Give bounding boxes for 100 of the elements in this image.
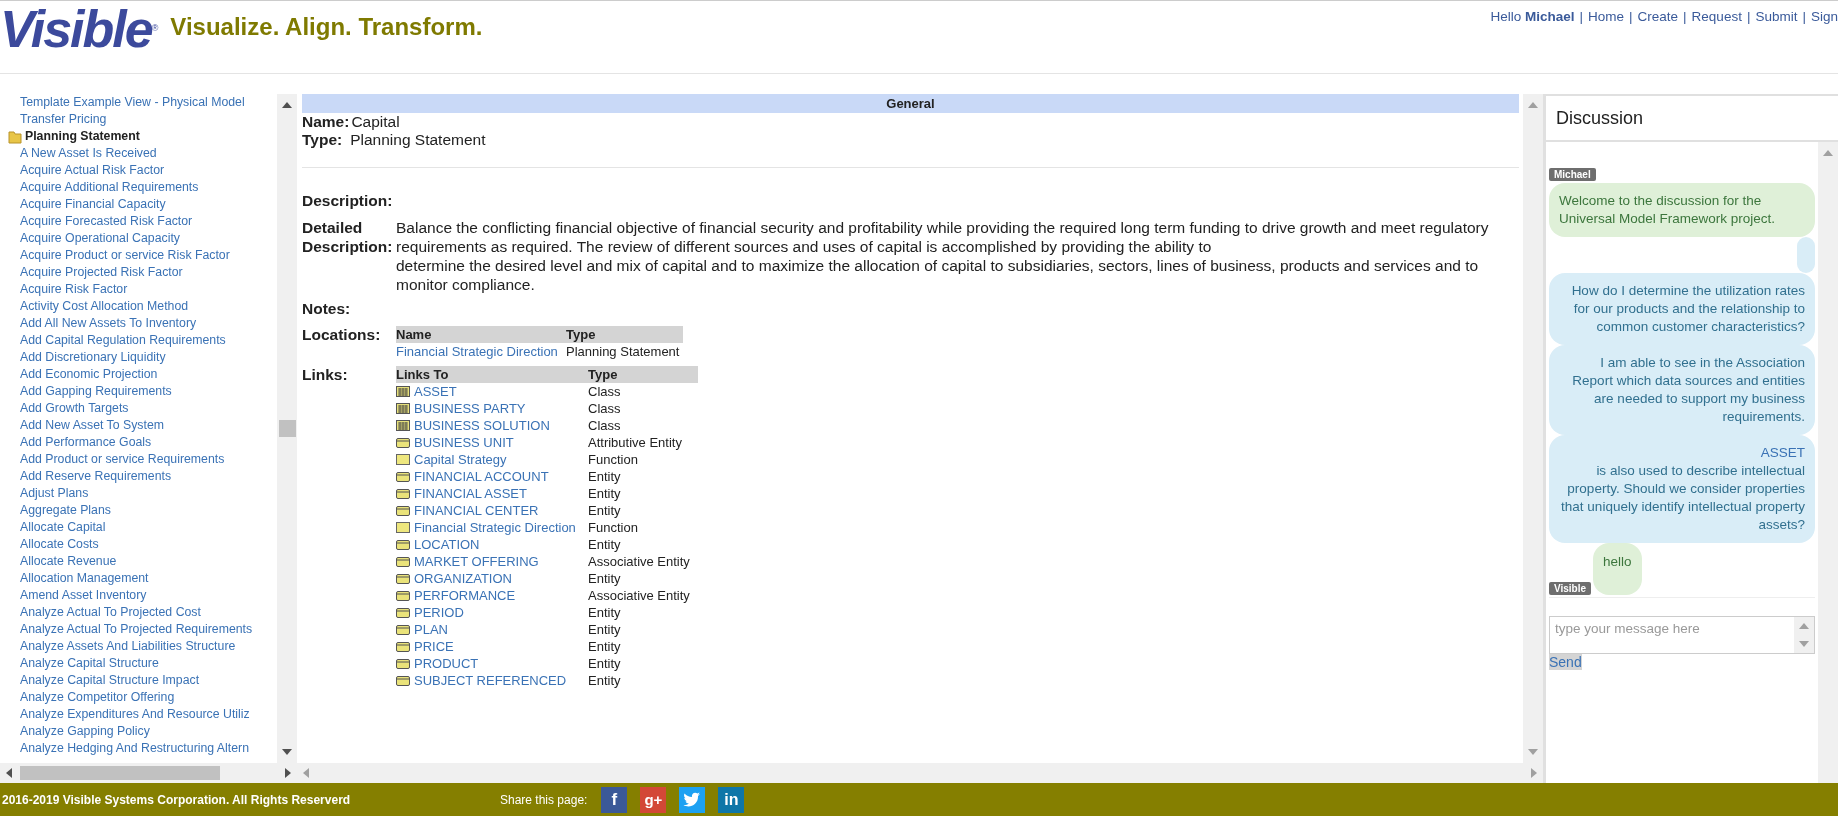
section-header: General	[302, 94, 1519, 113]
table-cell: Entity	[588, 673, 621, 688]
entity-icon	[396, 488, 410, 499]
link-item[interactable]: FINANCIAL ASSET	[414, 485, 527, 502]
tree-item[interactable]: Allocation Management	[20, 570, 277, 587]
field-label: Name:	[302, 113, 350, 131]
tree-item[interactable]: Add New Asset To System	[20, 417, 277, 434]
scroll-down-icon[interactable]	[282, 749, 292, 755]
nav-link[interactable]: Home	[1588, 9, 1625, 24]
tree-item[interactable]: Analyze Actual To Projected Requirements	[20, 621, 277, 638]
nav-link[interactable]: Sign	[1810, 9, 1838, 24]
facebook-button[interactable]: f	[601, 786, 628, 813]
tree-item[interactable]: Transfer Pricing	[20, 111, 277, 128]
link-item[interactable]: ORGANIZATION	[414, 570, 512, 587]
scrollbar[interactable]	[277, 94, 297, 763]
link-item[interactable]: BUSINESS UNIT	[414, 434, 514, 451]
link-item[interactable]: Capital Strategy	[414, 451, 507, 468]
nav-link[interactable]: Create	[1637, 9, 1679, 24]
link-item[interactable]: PERFORMANCE	[414, 587, 516, 604]
table-icon	[396, 386, 410, 397]
field-label: Type:	[302, 131, 343, 149]
tree-item[interactable]: Allocate Revenue	[20, 553, 277, 570]
table-cell: Entity	[588, 503, 621, 518]
tree-item[interactable]: Acquire Additional Requirements	[20, 179, 277, 196]
tree-item[interactable]: Analyze Assets And Liabilities Structure	[20, 638, 277, 655]
table-cell: Function	[588, 452, 638, 467]
nav-link[interactable]: Submit	[1755, 9, 1798, 24]
tree-folder[interactable]: Planning Statement	[25, 128, 140, 145]
tree-item[interactable]: Analyze Capital Structure	[20, 655, 277, 672]
link-item[interactable]: Financial Strategic Direction	[414, 519, 576, 536]
send-link[interactable]: Send	[1549, 654, 1582, 670]
link-item[interactable]: PRICE	[414, 638, 454, 655]
scroll-thumb[interactable]	[20, 766, 220, 780]
tree-item[interactable]: Acquire Projected Risk Factor	[20, 264, 277, 281]
linkedin-button[interactable]: in	[718, 786, 745, 813]
tree-item[interactable]: Aggregate Plans	[20, 502, 277, 519]
tree-item[interactable]: Adjust Plans	[20, 485, 277, 502]
table-cell: Entity	[588, 605, 621, 620]
google-button[interactable]: g+	[640, 786, 667, 813]
field-label: Notes:	[302, 300, 352, 318]
tree-item[interactable]: Acquire Actual Risk Factor	[20, 162, 277, 179]
table-cell: Entity	[588, 571, 621, 586]
link-item[interactable]: BUSINESS PARTY	[414, 400, 526, 417]
table-cell: Entity	[588, 469, 621, 484]
message-link[interactable]: ASSET	[1559, 444, 1805, 462]
chat-message: ASSET is also used to describe intellectual property. Should we consider properties that uniquely identify intellectual property assets?	[1549, 435, 1815, 543]
link-item[interactable]: MARKET OFFERING	[414, 553, 539, 570]
nav-separator: |	[1683, 9, 1687, 24]
tree-item[interactable]: Acquire Risk Factor	[20, 281, 277, 298]
scroll-right-icon[interactable]	[285, 768, 291, 778]
bird-icon[interactable]	[679, 786, 706, 813]
tree-item[interactable]: Add Growth Targets	[20, 400, 277, 417]
tree-item[interactable]: Allocate Capital	[20, 519, 277, 536]
tree-item[interactable]: Template Example View - Physical Model	[20, 94, 277, 111]
tree-item[interactable]: Add Gapping Requirements	[20, 383, 277, 400]
link-item[interactable]: SUBJECT REFERENCED	[414, 672, 567, 689]
link-item[interactable]: ASSET	[414, 383, 457, 400]
link-item[interactable]: FINANCIAL CENTER	[414, 502, 539, 519]
scroll-thumb[interactable]	[278, 420, 296, 437]
tree-item[interactable]: Acquire Forecasted Risk Factor	[20, 213, 277, 230]
link-item[interactable]: PLAN	[414, 621, 448, 638]
nav-link[interactable]: Request	[1691, 9, 1742, 24]
tree-item[interactable]: Add Capital Regulation Requirements	[20, 332, 277, 349]
tree-item[interactable]: Analyze Competitor Offering	[20, 689, 277, 706]
table-cell: Associative Entity	[588, 588, 690, 603]
link-item[interactable]: LOCATION	[414, 536, 480, 553]
tree-item[interactable]: Analyze Gapping Policy	[20, 723, 277, 740]
tree-item[interactable]: Acquire Operational Capacity	[20, 230, 277, 247]
tree-item[interactable]: Activity Cost Allocation Method	[20, 298, 277, 315]
tree-item[interactable]: Add Reserve Requirements	[20, 468, 277, 485]
nav-separator: |	[1629, 9, 1633, 24]
scrollbar[interactable]	[0, 763, 297, 783]
link-item[interactable]: PERIOD	[414, 604, 464, 621]
link-item[interactable]: BUSINESS SOLUTION	[414, 417, 550, 434]
tree-item[interactable]: Add Product or service Requirements	[20, 451, 277, 468]
tree-item[interactable]: Allocate Costs	[20, 536, 277, 553]
tree-item[interactable]: Add Economic Projection	[20, 366, 277, 383]
tree-item[interactable]: Analyze Hedging And Restructuring Altern	[20, 740, 277, 757]
table-cell: Planning Statement	[566, 344, 680, 359]
field-label: Locations:	[302, 326, 382, 344]
tree-item[interactable]: Analyze Actual To Projected Cost	[20, 604, 277, 621]
scroll-up-icon[interactable]	[282, 102, 292, 108]
tree-item[interactable]: Acquire Financial Capacity	[20, 196, 277, 213]
table-cell: Function	[588, 520, 638, 535]
tree-item[interactable]: Analyze Capital Structure Impact	[20, 672, 277, 689]
link-item[interactable]: PRODUCT	[414, 655, 479, 672]
tree-item[interactable]: Add Discretionary Liquidity	[20, 349, 277, 366]
tree-item[interactable]: Amend Asset Inventory	[20, 587, 277, 604]
tree-item[interactable]: Acquire Product or service Risk Factor	[20, 247, 277, 264]
table-icon	[396, 420, 410, 431]
scroll-left-icon[interactable]	[6, 768, 12, 778]
tree-item[interactable]: Analyze Expenditures And Resource Utiliz	[20, 706, 277, 723]
location-link[interactable]: Financial Strategic Direction	[396, 344, 558, 359]
scrollbar[interactable]	[1818, 142, 1838, 783]
tree-item[interactable]: A New Asset Is Received	[20, 145, 277, 162]
field-value: Capital	[351, 113, 400, 131]
tree-item[interactable]: Add Performance Goals	[20, 434, 277, 451]
link-item[interactable]: FINANCIAL ACCOUNT	[414, 468, 549, 485]
tree-item[interactable]: Add All New Assets To Inventory	[20, 315, 277, 332]
chat-message: Welcome to the discussion for the Universal Model Framework project.	[1549, 183, 1815, 237]
